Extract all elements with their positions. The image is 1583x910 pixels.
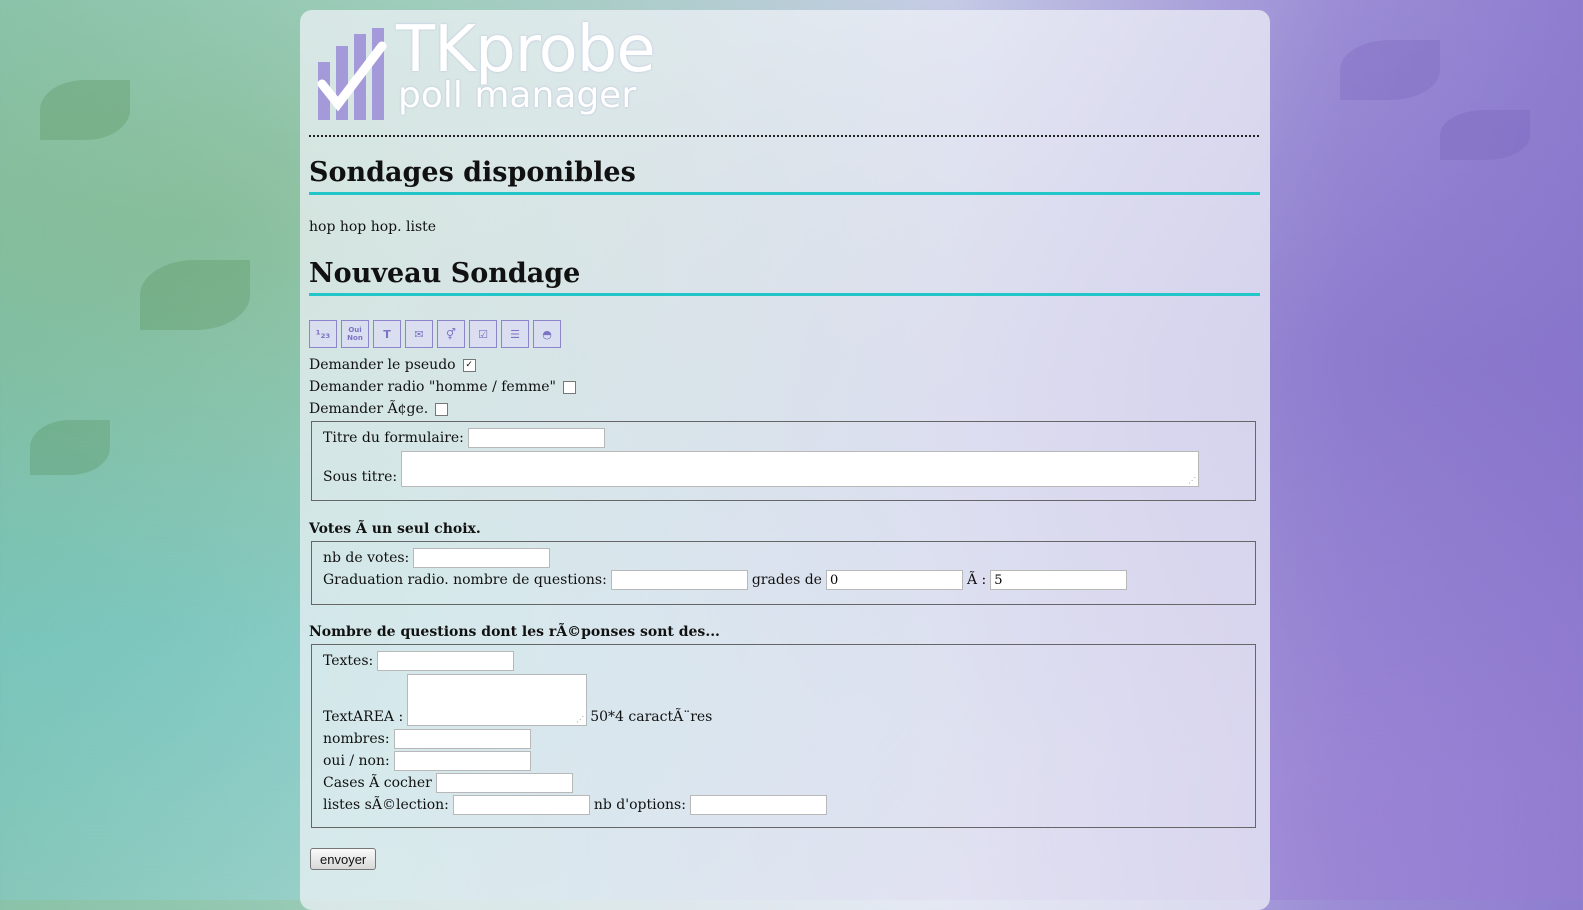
checkboxes-input[interactable] xyxy=(435,773,573,793)
single-choice-heading: Votes Ã un seul choix. xyxy=(309,521,481,537)
grades-from-input[interactable] xyxy=(825,570,963,590)
ask-nickname-label: Demander le pseudo xyxy=(309,357,456,373)
texts-row: Textes: xyxy=(323,651,515,671)
background-leaf xyxy=(40,80,130,140)
numbers-row: nombres: xyxy=(323,729,531,749)
new-poll-heading: Nouveau Sondage xyxy=(309,257,1260,296)
header-divider xyxy=(309,135,1259,137)
ask-gender-label: Demander radio "homme / femme" xyxy=(309,379,556,395)
logo: TKprobe poll manager xyxy=(316,18,676,136)
selection-label: listes sÃ©lection: xyxy=(323,797,449,813)
main-panel: TKprobe poll manager Sondages disponible… xyxy=(300,10,1270,910)
question-type-toolbar: ¹₂₃ Oui Non T ✉ ⚥ ☑ ☰ ◓ xyxy=(309,320,561,348)
textarea-count-input[interactable]: ⋰ xyxy=(407,674,588,726)
gender-icon[interactable]: ⚥ xyxy=(437,320,465,348)
numbers-icon[interactable]: ¹₂₃ xyxy=(309,320,337,348)
answers-heading: Nombre de questions dont les rÃ©ponses s… xyxy=(309,624,720,640)
numbers-input[interactable] xyxy=(393,729,531,749)
ask-gender-option: Demander radio "homme / femme" xyxy=(309,379,576,395)
nb-votes-label: nb de votes: xyxy=(323,550,410,566)
form-title-fieldset: Titre du formulaire: Sous titre: ⋰ xyxy=(311,421,1256,501)
form-title-input[interactable] xyxy=(467,428,605,448)
checkboxes-row: Cases Ã cocher xyxy=(323,773,573,793)
list-icon[interactable]: ☰ xyxy=(501,320,529,348)
graduation-label: Graduation radio. nombre de questions: xyxy=(323,572,607,588)
nb-votes-row: nb de votes: xyxy=(323,548,551,568)
texts-input[interactable] xyxy=(377,651,515,671)
ask-nickname-checkbox[interactable]: ✓ xyxy=(462,358,476,372)
graduation-row: Graduation radio. nombre de questions: g… xyxy=(323,570,1128,590)
single-choice-fieldset: nb de votes: Graduation radio. nombre de… xyxy=(311,541,1256,605)
resize-grip-icon[interactable]: ⋰ xyxy=(1188,476,1196,485)
available-polls-heading: Sondages disponibles xyxy=(309,156,1260,195)
texts-label: Textes: xyxy=(323,653,374,669)
ask-age-checkbox[interactable] xyxy=(435,402,449,416)
background-leaf xyxy=(1340,40,1440,100)
textarea-label: TextAREA : xyxy=(323,709,404,725)
yes-no-icon[interactable]: Oui Non xyxy=(341,320,369,348)
form-title-label: Titre du formulaire: xyxy=(323,430,464,446)
ask-age-option: Demander Ã¢ge. xyxy=(309,401,449,417)
logo-bars-check-icon xyxy=(317,28,387,120)
envelope-icon[interactable]: ✉ xyxy=(405,320,433,348)
subtitle-row: Sous titre: ⋰ xyxy=(323,451,1200,487)
ask-gender-checkbox[interactable] xyxy=(562,380,576,394)
grades-to-input[interactable] xyxy=(990,570,1128,590)
submit-button[interactable]: envoyer xyxy=(310,848,377,870)
textarea-note: 50*4 caractÃ¨res xyxy=(590,709,713,725)
cake-icon[interactable]: ◓ xyxy=(533,320,561,348)
nb-options-label: nb d'options: xyxy=(593,797,686,813)
graduation-questions-input[interactable] xyxy=(610,570,748,590)
selection-row: listes sÃ©lection: nb d'options: xyxy=(323,795,827,815)
resize-grip-icon[interactable]: ⋰ xyxy=(576,715,584,724)
numbers-label: nombres: xyxy=(323,731,390,747)
yes-no-input[interactable] xyxy=(393,751,531,771)
background-leaf xyxy=(30,420,110,475)
logo-title: TKprobe xyxy=(396,13,656,87)
grades-label: grades de xyxy=(751,572,822,588)
background-leaf xyxy=(1440,110,1530,160)
yes-no-row: oui / non: xyxy=(323,751,531,771)
grades-to-label: Ã : xyxy=(966,572,987,588)
text-icon[interactable]: T xyxy=(373,320,401,348)
checkboxes-label: Cases Ã cocher xyxy=(323,775,432,791)
subtitle-label: Sous titre: xyxy=(323,469,398,485)
checkbox-icon[interactable]: ☑ xyxy=(469,320,497,348)
yes-no-label: oui / non: xyxy=(323,753,390,769)
selection-input[interactable] xyxy=(452,795,590,815)
answers-fieldset: Textes: TextAREA : ⋰ 50*4 caractÃ¨res no… xyxy=(311,644,1256,828)
logo-subtitle: poll manager xyxy=(398,75,637,116)
form-title-row: Titre du formulaire: xyxy=(323,428,605,448)
ask-nickname-option: Demander le pseudo ✓ xyxy=(309,357,476,373)
nb-options-input[interactable] xyxy=(689,795,827,815)
available-polls-text: hop hop hop. liste xyxy=(309,219,437,235)
textarea-row: TextAREA : ⋰ 50*4 caractÃ¨res xyxy=(323,674,712,726)
nb-votes-input[interactable] xyxy=(413,548,551,568)
subtitle-textarea[interactable]: ⋰ xyxy=(401,451,1200,487)
background-leaf xyxy=(140,260,250,330)
ask-age-label: Demander Ã¢ge. xyxy=(309,401,429,417)
